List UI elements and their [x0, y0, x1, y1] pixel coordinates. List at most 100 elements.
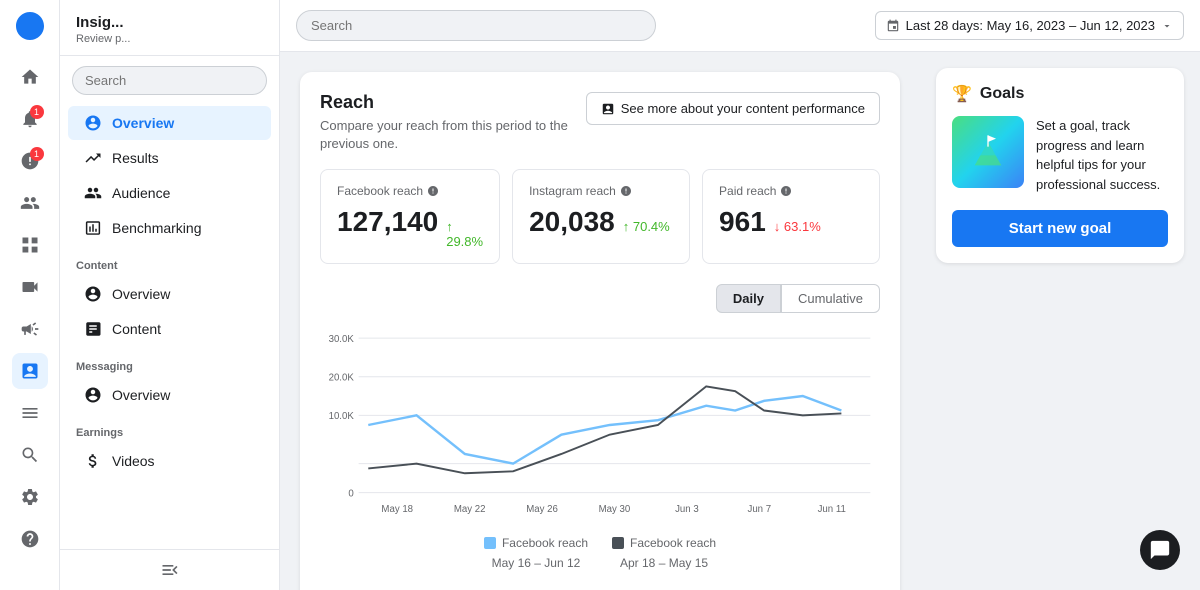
sidebar-item-videos-label: Videos — [112, 453, 155, 469]
goals-content: Set a goal, track progress and learn hel… — [952, 116, 1168, 194]
legend-sublabel-current: May 16 – Jun 12 — [492, 556, 581, 570]
sidebar-item-audience[interactable]: Audience — [68, 176, 271, 210]
notifications-badge: 1 — [30, 105, 44, 119]
sidebar-item-messaging-overview-label: Overview — [112, 387, 170, 403]
nav-people-icon[interactable] — [12, 185, 48, 221]
right-panel: 🏆 Goals Set a goal, track progress and — [920, 52, 1200, 590]
top-bar: Last 28 days: May 16, 2023 – Jun 12, 202… — [280, 0, 1200, 52]
date-picker[interactable]: Last 28 days: May 16, 2023 – Jun 12, 202… — [875, 11, 1184, 40]
nav-home-icon[interactable] — [12, 59, 48, 95]
goals-title: Goals — [980, 85, 1024, 103]
daily-toggle-button[interactable]: Daily — [716, 284, 781, 313]
sidebar-footer — [60, 549, 279, 590]
goals-illustration — [952, 116, 1024, 188]
sidebar-item-overview[interactable]: Overview — [68, 106, 271, 140]
reach-chart: 30.0K 20.0K 10.0K 0 May 18 May 22 May 26… — [320, 325, 880, 525]
chart-controls: Daily Cumulative — [320, 284, 880, 313]
trophy-icon: 🏆 — [952, 84, 972, 104]
svg-text:0: 0 — [348, 489, 353, 500]
legend-sublabel-previous: Apr 18 – May 15 — [620, 556, 708, 570]
sidebar-section-messaging: Messaging — [60, 347, 279, 377]
svg-text:Jun 7: Jun 7 — [748, 504, 772, 515]
alerts-badge: 1 — [30, 147, 44, 161]
stats-row: Facebook reach 127,140 ↑ 29.8% Instagram… — [320, 169, 880, 264]
goals-description: Set a goal, track progress and learn hel… — [1036, 116, 1168, 194]
content-performance-label: See more about your content performance — [621, 101, 865, 116]
sidebar-item-audience-label: Audience — [112, 185, 170, 201]
reach-subtitle: Compare your reach from this period to t… — [320, 117, 580, 153]
chart-area: 30.0K 20.0K 10.0K 0 May 18 May 22 May 26… — [320, 325, 880, 570]
content-performance-button[interactable]: See more about your content performance — [586, 92, 880, 125]
sidebar-item-content-overview-label: Overview — [112, 286, 170, 302]
facebook-reach-stat: Facebook reach 127,140 ↑ 29.8% — [320, 169, 500, 264]
instagram-reach-value: 20,038 ↑ 70.4% — [529, 206, 673, 238]
sidebar-search-container — [60, 56, 279, 105]
nav-notifications-icon[interactable]: 1 — [12, 101, 48, 137]
nav-grid-icon[interactable] — [12, 227, 48, 263]
goals-header: 🏆 Goals — [952, 84, 1168, 104]
nav-megaphone-icon[interactable] — [12, 311, 48, 347]
reach-title: Reach — [320, 92, 580, 113]
sidebar-section-earnings: Earnings — [60, 413, 279, 443]
paid-reach-change: ↓ 63.1% — [774, 219, 821, 234]
sidebar-item-benchmarking[interactable]: Benchmarking — [68, 211, 271, 245]
sidebar-item-content-label: Content — [112, 321, 161, 337]
sidebar-section-content: Content — [60, 246, 279, 276]
sidebar-item-benchmarking-label: Benchmarking — [112, 220, 202, 236]
chart-legend: Facebook reach May 16 – Jun 12 Facebook … — [320, 536, 880, 570]
instagram-reach-stat: Instagram reach 20,038 ↑ 70.4% — [512, 169, 690, 264]
main-panel: Reach Compare your reach from this perio… — [280, 52, 920, 590]
sidebar-item-earnings-videos[interactable]: Videos — [68, 444, 271, 478]
main-content: Last 28 days: May 16, 2023 – Jun 12, 202… — [280, 0, 1200, 590]
content-area: Reach Compare your reach from this perio… — [280, 52, 1200, 590]
cumulative-toggle-button[interactable]: Cumulative — [781, 284, 880, 313]
goals-card: 🏆 Goals Set a goal, track progress and — [936, 68, 1184, 263]
instagram-reach-label: Instagram reach — [529, 184, 673, 198]
sidebar-search-input[interactable] — [72, 66, 267, 95]
reach-card: Reach Compare your reach from this perio… — [300, 72, 900, 590]
sidebar: Insig... Review p... Overview Results Au… — [60, 0, 280, 590]
svg-text:May 30: May 30 — [599, 504, 631, 515]
support-float-button[interactable] — [1140, 530, 1180, 570]
svg-text:Jun 11: Jun 11 — [818, 504, 846, 515]
paid-reach-label: Paid reach — [719, 184, 863, 198]
legend-item-current: Facebook reach May 16 – Jun 12 — [484, 536, 588, 570]
paid-reach-stat: Paid reach 961 ↓ 63.1% — [702, 169, 880, 264]
legend-label-current: Facebook reach — [502, 536, 588, 550]
sidebar-item-results-label: Results — [112, 150, 159, 166]
date-range-label: Last 28 days: May 16, 2023 – Jun 12, 202… — [906, 18, 1155, 33]
legend-color-current — [484, 537, 496, 549]
svg-text:30.0K: 30.0K — [329, 334, 355, 345]
svg-text:10.0K: 10.0K — [329, 412, 355, 423]
reach-header-left: Reach Compare your reach from this perio… — [320, 92, 580, 153]
nav-alerts-icon[interactable]: 1 — [12, 143, 48, 179]
paid-reach-value: 961 ↓ 63.1% — [719, 206, 863, 238]
sidebar-title: Insig... — [76, 14, 263, 31]
nav-video-icon[interactable] — [12, 269, 48, 305]
nav-settings-icon[interactable] — [12, 479, 48, 515]
svg-text:Jun 3: Jun 3 — [675, 504, 699, 515]
svg-text:20.0K: 20.0K — [329, 373, 355, 384]
facebook-reach-change: ↑ 29.8% — [446, 219, 483, 249]
legend-item-previous: Facebook reach Apr 18 – May 15 — [612, 536, 716, 570]
svg-text:May 26: May 26 — [526, 504, 558, 515]
sidebar-item-content-overview[interactable]: Overview — [68, 277, 271, 311]
legend-color-previous — [612, 537, 624, 549]
sidebar-toggle-button[interactable] — [72, 560, 267, 580]
sidebar-item-content-content[interactable]: Content — [68, 312, 271, 346]
search-input[interactable] — [296, 10, 656, 41]
sidebar-item-results[interactable]: Results — [68, 141, 271, 175]
nav-menu-icon[interactable] — [12, 395, 48, 431]
nav-analytics-icon[interactable] — [12, 353, 48, 389]
sidebar-item-overview-label: Overview — [112, 115, 174, 131]
start-goal-button[interactable]: Start new goal — [952, 210, 1168, 247]
legend-label-previous: Facebook reach — [630, 536, 716, 550]
app-logo[interactable] — [16, 12, 44, 43]
reach-header: Reach Compare your reach from this perio… — [320, 92, 880, 153]
sidebar-item-messaging-overview[interactable]: Overview — [68, 378, 271, 412]
nav-search-icon[interactable] — [12, 437, 48, 473]
nav-help-icon[interactable] — [12, 521, 48, 557]
sidebar-header: Insig... Review p... — [60, 0, 279, 56]
facebook-reach-label: Facebook reach — [337, 184, 483, 198]
svg-text:May 22: May 22 — [454, 504, 486, 515]
